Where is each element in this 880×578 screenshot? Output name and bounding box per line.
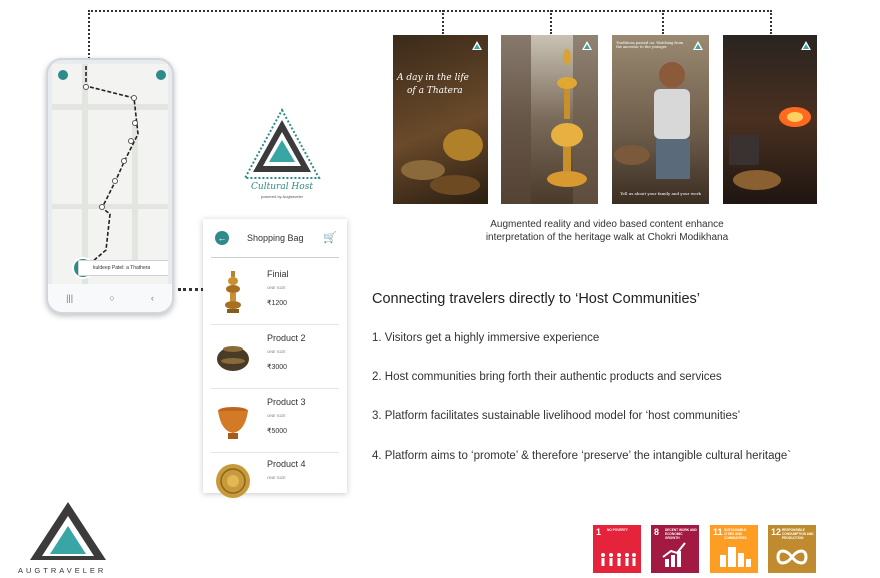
item-name: Product 4 — [267, 459, 306, 469]
item-size: ONE SIZE — [267, 285, 286, 290]
bag-item[interactable]: Product 4 ONE SIZE — [203, 453, 347, 515]
golden-finial-illustration — [501, 35, 598, 204]
divider — [211, 388, 339, 389]
point-2: 2. Host communities bring forth their au… — [372, 371, 722, 383]
brass-vessels-illustration — [401, 129, 483, 195]
connector-phone-to-bag — [178, 288, 204, 291]
connector-photo-4 — [770, 10, 772, 34]
connector-top-line — [88, 10, 772, 12]
plate-image — [216, 464, 250, 498]
powered-by-text: powered by Augtraveler — [260, 194, 304, 199]
route-stop[interactable] — [128, 138, 134, 144]
photo-street-finial[interactable] — [501, 35, 598, 204]
item-name: Product 3 — [267, 397, 306, 407]
ar-caption: Augmented reality and video based conten… — [400, 218, 814, 244]
bowl-image — [218, 407, 248, 439]
sdg-sustainable-cities-tile: 11 SUSTAINABLE CITIES AND COMMUNITIES — [710, 525, 758, 573]
sdg-decent-work-tile: 8 DECENT WORK AND ECONOMIC GROWTH — [651, 525, 699, 573]
sdg-responsible-consumption-tile: 12 RESPONSIBLE CONSUMPTION AND PRODUCTIO… — [768, 525, 816, 573]
route-stop[interactable] — [99, 204, 105, 210]
people-icon — [601, 553, 636, 566]
buildings-icon — [720, 547, 751, 567]
item-price: ₹1200 — [267, 300, 288, 307]
point-1: 1. Visitors get a highly immersive exper… — [372, 332, 600, 344]
ar-caption-line: interpretation of the heritage walk at C… — [485, 232, 729, 243]
photo-thatera-intro[interactable]: A day in the life of a Thatera — [393, 35, 488, 204]
shopping-bag-panel: ← Shopping Bag 🛒 Finial ONE SIZE ₹1200 P… — [203, 219, 347, 498]
logo-mark-icon — [582, 41, 592, 50]
bag-header: ← Shopping Bag 🛒 — [203, 219, 347, 257]
bag-title: Shopping Bag — [247, 233, 304, 243]
item-size: ONE SIZE — [267, 413, 286, 418]
connector-photo-2 — [550, 10, 552, 34]
furnace-illustration — [729, 107, 811, 190]
divider — [211, 324, 339, 325]
item-price: ₹5000 — [267, 428, 288, 435]
infinity-icon — [776, 549, 808, 565]
logo-mark-icon — [801, 41, 811, 50]
item-size: ONE SIZE — [267, 349, 286, 354]
bag-item[interactable]: Product 2 ONE SIZE ₹3000 — [203, 327, 347, 389]
headline: Connecting travelers directly to ‘Host C… — [372, 291, 700, 307]
augtraveler-wordmark: AUGTRAVELER — [18, 566, 107, 575]
photo-caption: Traditions passed on. Watching from the … — [616, 41, 684, 49]
finial-image — [225, 271, 241, 313]
route-stop[interactable] — [132, 120, 138, 126]
route-stop[interactable] — [121, 158, 127, 164]
photo-furnace[interactable] — [723, 35, 817, 204]
phone-mockup: kuldeep Patel: a Thathera ||| ○ ‹ — [46, 58, 174, 314]
divider — [211, 257, 339, 258]
home-icon[interactable]: ○ — [109, 293, 114, 303]
location-icon[interactable] — [156, 70, 166, 80]
cart-icon[interactable]: 🛒 — [323, 231, 337, 244]
logo-mark-icon — [693, 41, 703, 50]
map-screen[interactable]: kuldeep Patel: a Thathera — [52, 64, 168, 284]
connector-photo-1 — [442, 10, 444, 34]
recents-icon[interactable]: ||| — [66, 293, 73, 303]
bag-item[interactable]: Product 3 ONE SIZE ₹5000 — [203, 391, 347, 453]
augtraveler-logo — [30, 502, 106, 560]
point-3: 3. Platform facilitates sustainable live… — [372, 410, 741, 422]
back-arrow-icon[interactable]: ← — [215, 231, 229, 245]
item-name: Finial — [267, 269, 289, 279]
menu-icon[interactable] — [58, 70, 68, 80]
bag-item[interactable]: Finial ONE SIZE ₹1200 — [203, 263, 347, 325]
route-stop[interactable] — [131, 95, 137, 101]
route-stop[interactable] — [112, 178, 118, 184]
sdg-no-poverty-tile: 1 NO POVERTY — [593, 525, 641, 573]
connector-phone-drop — [88, 10, 90, 62]
back-icon[interactable]: ‹ — [151, 293, 154, 303]
item-price: ₹3000 — [267, 364, 288, 371]
walk-route — [85, 64, 139, 263]
connector-photo-3 — [662, 10, 664, 34]
item-size: ONE SIZE — [267, 475, 286, 480]
cultural-host-wordmark: Cultural Host — [251, 182, 313, 192]
pot-image — [217, 346, 249, 371]
point-4: 4. Platform aims to ‘promote’ & therefor… — [372, 450, 792, 462]
growth-chart-icon — [662, 542, 686, 567]
artisan-tag[interactable]: kuldeep Patel: a Thathera — [78, 260, 168, 276]
route-stop[interactable] — [83, 84, 89, 90]
item-name: Product 2 — [267, 333, 306, 343]
ar-caption-line: Augmented reality and video based conten… — [490, 219, 724, 230]
photo-artisan-interview[interactable]: Traditions passed on. Watching from the … — [612, 35, 709, 204]
artisan-illustration — [614, 62, 690, 179]
photo-caption: Tell us about your family and your work — [620, 191, 701, 196]
phone-nav-bar: ||| ○ ‹ — [48, 284, 172, 312]
